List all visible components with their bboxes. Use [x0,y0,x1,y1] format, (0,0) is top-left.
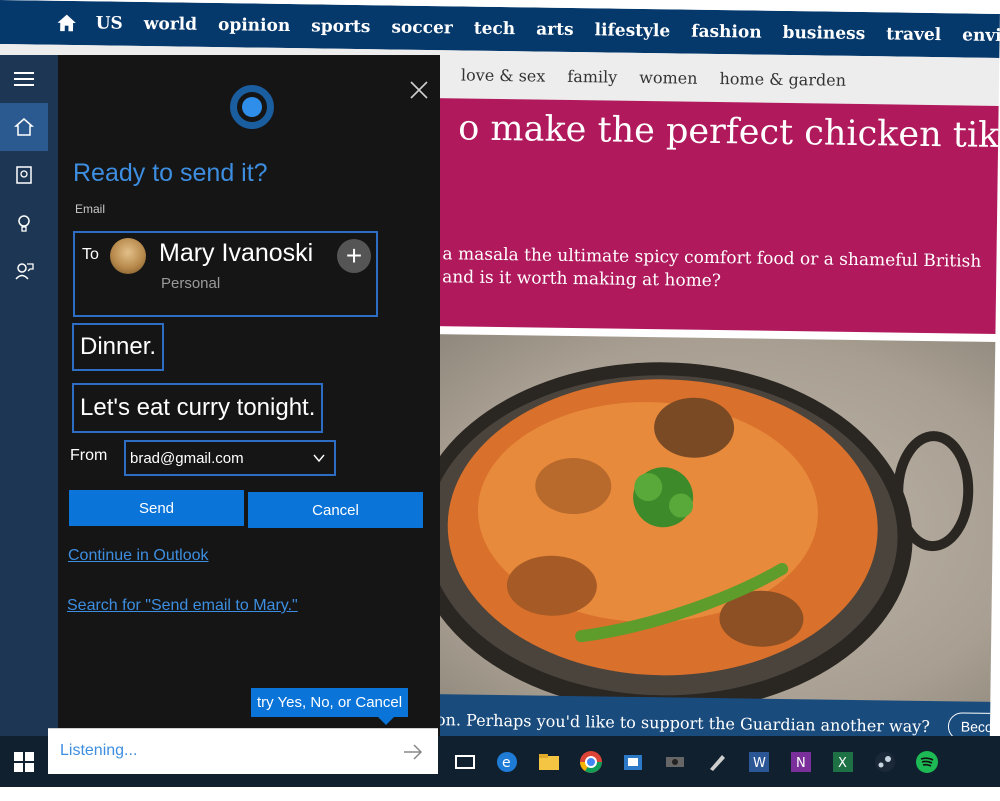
edge-icon[interactable]: e [488,743,526,781]
from-dropdown[interactable]: brad@gmail.com [124,440,336,476]
article-standfirst: a masala the ultimate spicy comfort food… [442,243,1000,297]
nav-tech[interactable]: tech [474,19,516,40]
nav-world[interactable]: world [144,14,198,35]
chicken-tikka-photo [430,334,1000,723]
search-web-link[interactable]: Search for "Send email to Mary." [67,597,298,615]
notebook-icon [16,166,32,184]
cortana-input-bar[interactable]: Listening... [48,728,438,774]
pen-icon[interactable] [698,743,736,781]
subject-field[interactable]: Dinner. [72,323,165,371]
from-value: brad@gmail.com [130,449,244,467]
subnav-family[interactable]: family [567,66,617,86]
file-explorer-icon[interactable] [530,743,568,781]
store-icon[interactable] [614,743,652,781]
nav-fashion[interactable]: fashion [691,22,762,43]
spotify-icon[interactable] [908,743,946,781]
recipient-field[interactable]: To Mary Ivanoski Personal + [73,231,378,317]
cortana-sidebar [0,55,58,736]
home-icon[interactable] [56,12,78,34]
contact-type: Personal [161,275,221,292]
svg-text:e: e [502,755,511,771]
sidebar-item-notebook[interactable] [0,151,48,199]
to-label: To [82,246,99,263]
nav-lifestyle[interactable]: lifestyle [594,20,670,41]
arrow-right-icon[interactable] [403,743,423,761]
task-view-icon[interactable] [446,743,484,781]
sidebar-item-feedback[interactable] [0,247,48,295]
feedback-icon [15,263,34,280]
nav-travel[interactable]: travel [886,24,941,45]
curry-illustration [430,362,974,713]
onenote-icon[interactable]: N [782,743,820,781]
chevron-down-icon [313,454,325,463]
email-label: Email [75,202,106,216]
lightbulb-icon [18,215,30,232]
page-title: Ready to send it? [73,159,268,187]
taskbar-icons: e W N X [446,736,950,787]
close-icon [410,81,428,99]
app-icon[interactable] [656,743,694,781]
cancel-button[interactable]: Cancel [248,492,423,528]
excel-icon[interactable]: X [824,743,862,781]
subnav-love-sex[interactable]: love & sex [461,65,546,85]
nav-soccer[interactable]: soccer [391,17,453,38]
voice-hint-bubble: try Yes, No, or Cancel [251,688,409,725]
svg-text:X: X [838,756,847,771]
sidebar-item-tips[interactable] [0,199,48,247]
steam-icon[interactable] [866,743,904,781]
from-label: From [70,447,108,464]
cortana-logo-icon [230,85,274,129]
windows-icon [14,751,34,772]
nav-opinion[interactable]: opinion [218,15,290,36]
hamburger-button[interactable] [0,55,48,103]
cortana-panel: Ready to send it? Email To Mary Ivanoski… [58,55,440,736]
svg-text:W: W [753,756,766,771]
nav-sports[interactable]: sports [311,16,370,37]
home-icon [14,118,34,136]
close-button[interactable] [408,79,430,101]
continue-in-outlook-link[interactable]: Continue in Outlook [68,547,209,565]
message-field[interactable]: Let's eat curry tonight. [72,383,324,433]
article-headline[interactable]: o make the perfect chicken tikka [458,108,1000,156]
start-button[interactable] [0,736,48,787]
nav-business[interactable]: business [782,23,865,44]
add-recipient-button[interactable]: + [337,239,371,273]
chrome-icon[interactable] [572,743,610,781]
sidebar-item-home[interactable] [0,103,48,151]
subnav-home-garden[interactable]: home & garden [719,69,846,90]
nav-arts[interactable]: arts [536,19,574,40]
listening-status: Listening... [60,742,138,759]
hamburger-icon [14,72,34,86]
nav-us[interactable]: US [96,13,123,33]
subnav-women[interactable]: women [639,67,698,87]
avatar [110,238,146,274]
support-text: on. Perhaps you'd like to support the Gu… [435,709,930,736]
word-icon[interactable]: W [740,743,778,781]
svg-text:N: N [796,756,806,771]
send-button[interactable]: Send [69,490,244,526]
nav-environment[interactable]: environment [962,25,1000,47]
contact-name: Mary Ivanoski [159,239,314,267]
